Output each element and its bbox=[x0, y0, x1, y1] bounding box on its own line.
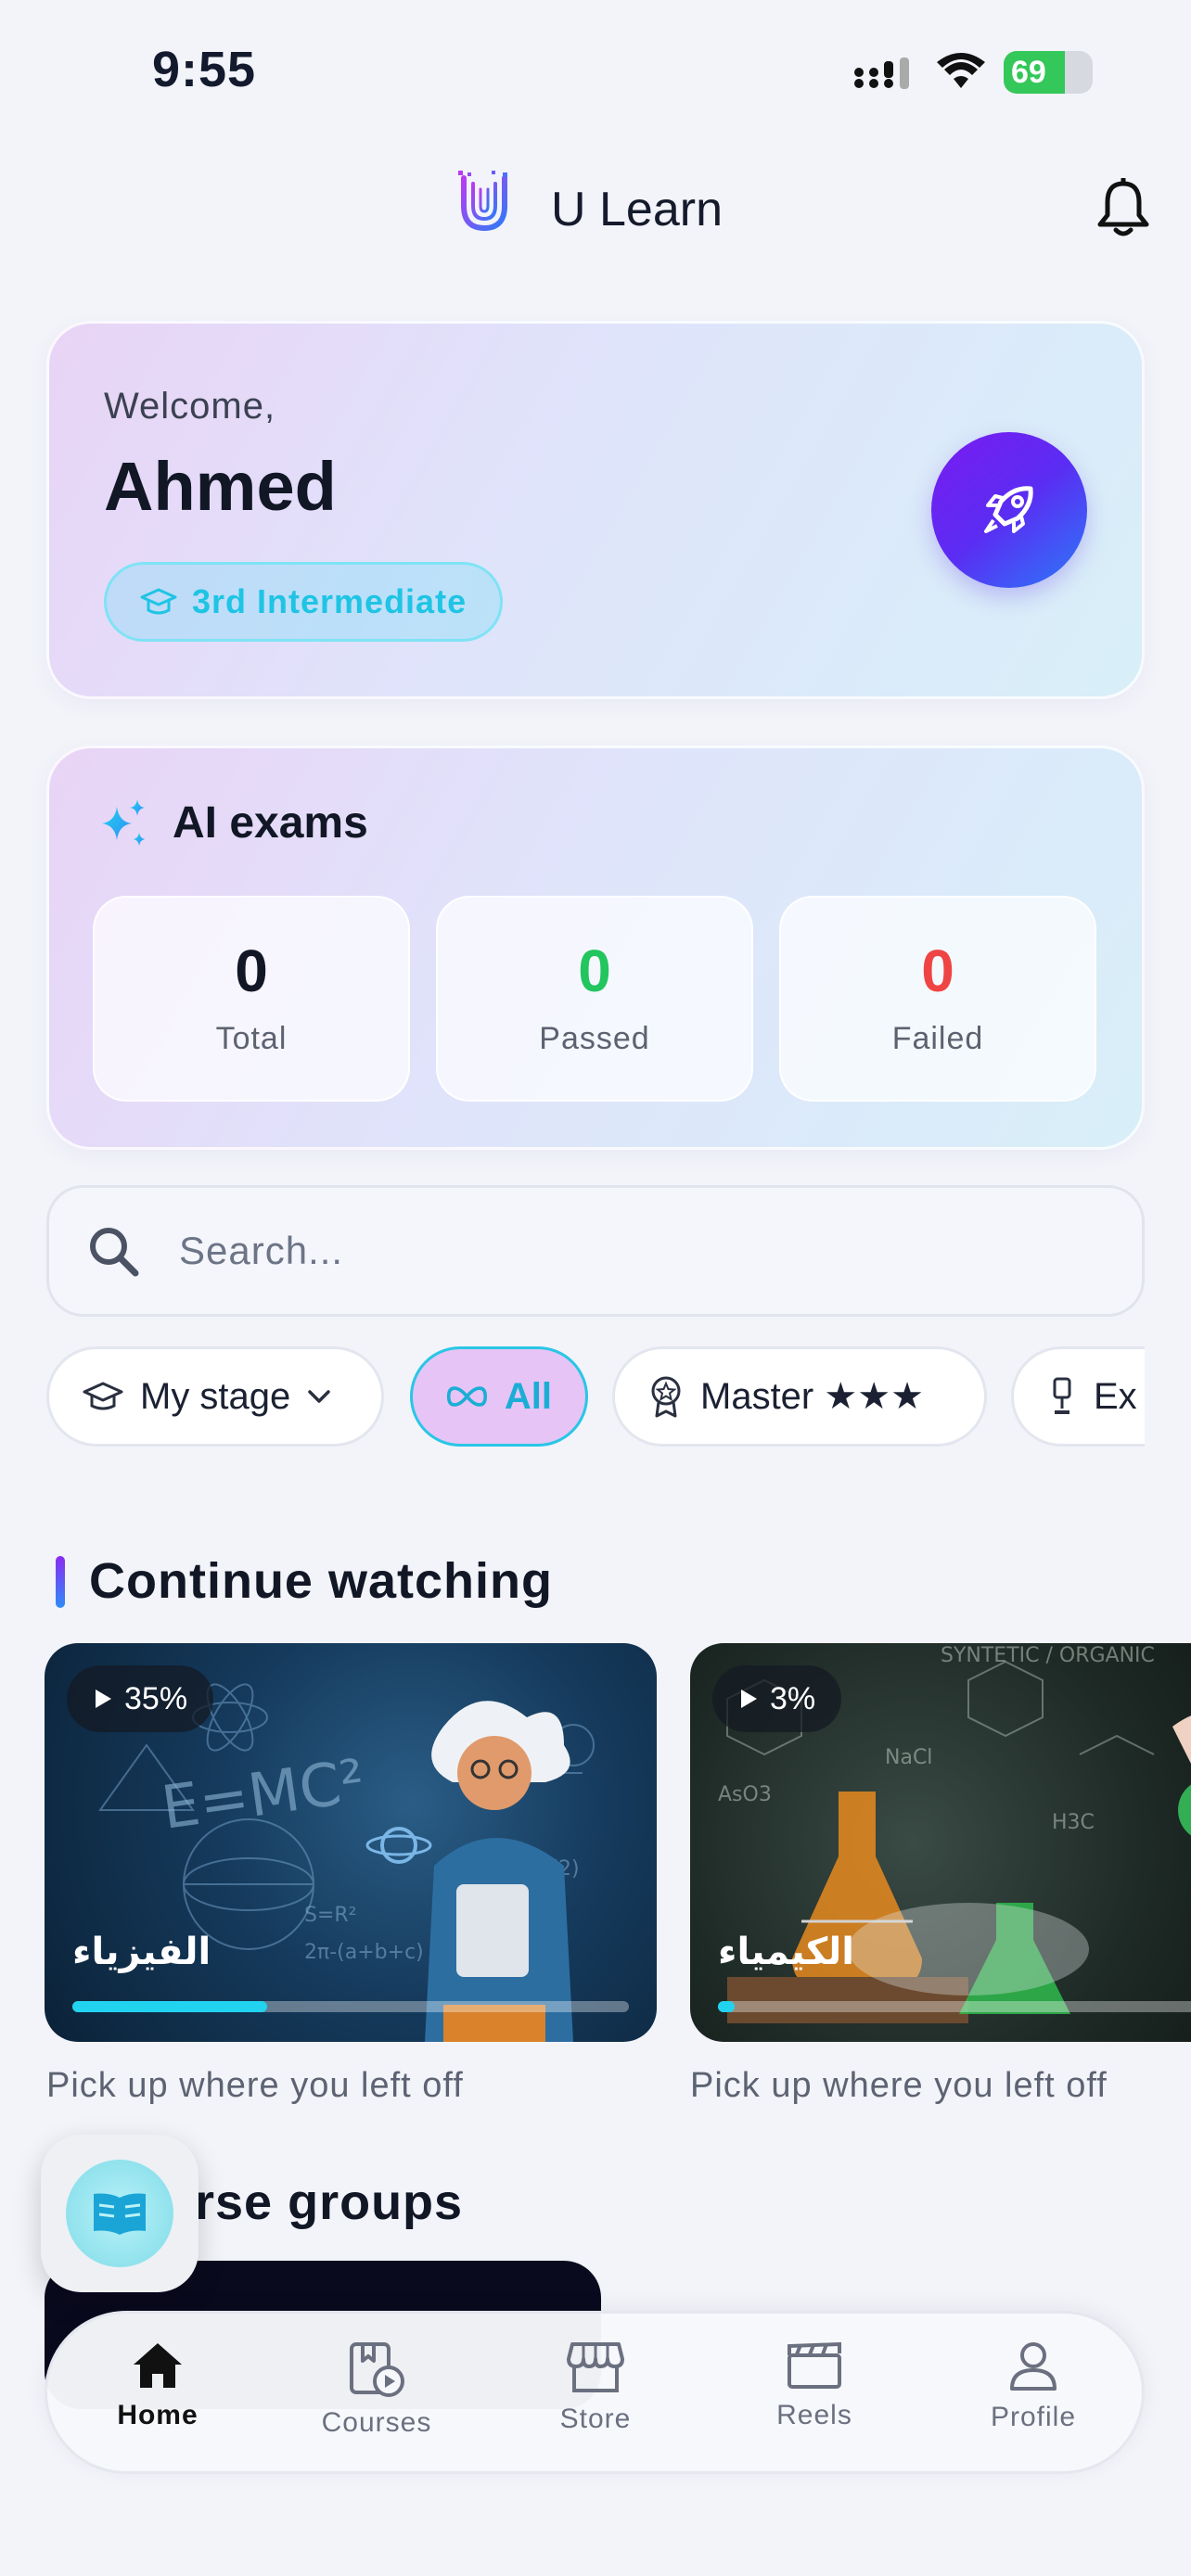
courses-icon bbox=[350, 2342, 404, 2397]
video-progress-badge: 35% bbox=[67, 1665, 214, 1732]
progress-fill bbox=[718, 2001, 736, 2012]
chip-my-stage[interactable]: My stage bbox=[46, 1346, 384, 1447]
bell-icon[interactable] bbox=[1095, 178, 1152, 239]
award-icon bbox=[651, 1376, 681, 1418]
home-icon bbox=[134, 2343, 182, 2388]
stat-failed-label: Failed bbox=[891, 1020, 984, 1056]
stat-failed: 0 Failed bbox=[779, 896, 1096, 1102]
stat-failed-value: 0 bbox=[921, 937, 954, 1004]
stage-label: 3rd Intermediate bbox=[192, 582, 467, 620]
svg-text:SYNTETIC / ORGANIC: SYNTETIC / ORGANIC bbox=[941, 1644, 1155, 1667]
chip-all[interactable]: All bbox=[410, 1346, 588, 1447]
chevron-down-icon bbox=[308, 1390, 331, 1403]
svg-text:E=MC²: E=MC² bbox=[158, 1747, 369, 1843]
continue-watching-title: Continue watching bbox=[89, 1553, 553, 1609]
play-icon bbox=[741, 1690, 757, 1708]
wifi-icon bbox=[937, 53, 985, 88]
graduation-cap-icon bbox=[140, 588, 177, 615]
progress-track bbox=[718, 2001, 1191, 2012]
svg-text:AsO3: AsO3 bbox=[718, 1783, 772, 1806]
svg-text:2π-(a+b+c): 2π-(a+b+c) bbox=[304, 1941, 424, 1964]
tab-label: Store bbox=[559, 2404, 632, 2434]
battery-indicator: 69 bbox=[1004, 51, 1093, 94]
infinity-icon bbox=[446, 1386, 487, 1407]
stat-total-label: Total bbox=[215, 1020, 288, 1056]
chip-label: Ex bbox=[1094, 1375, 1137, 1417]
welcome-greeting: Welcome, bbox=[104, 386, 276, 427]
battery-level: 69 bbox=[1011, 54, 1046, 90]
progress-percent: 3% bbox=[770, 1680, 816, 1716]
stat-total: 0 Total bbox=[93, 896, 410, 1102]
svg-text:S=R²: S=R² bbox=[304, 1904, 357, 1927]
tab-reels[interactable]: Reels bbox=[722, 2340, 907, 2431]
video-progress-badge: 3% bbox=[712, 1665, 842, 1732]
floating-book-button[interactable] bbox=[41, 2135, 198, 2292]
graduation-cap-icon bbox=[83, 1382, 123, 1410]
tab-home[interactable]: Home bbox=[65, 2340, 250, 2431]
video-subtitle: Pick up where you left off bbox=[690, 2066, 1108, 2105]
progress-percent: 35% bbox=[124, 1680, 188, 1716]
tab-label: Profile bbox=[990, 2402, 1077, 2432]
search-bar[interactable] bbox=[46, 1185, 1145, 1317]
tab-profile[interactable]: Profile bbox=[941, 2340, 1126, 2433]
tab-courses[interactable]: Courses bbox=[284, 2340, 469, 2439]
tab-label: Courses bbox=[321, 2407, 432, 2438]
progress-track bbox=[72, 2001, 629, 2012]
stat-passed-value: 0 bbox=[578, 937, 611, 1004]
reels-icon bbox=[788, 2341, 841, 2389]
video-title: الكيمياء bbox=[718, 1931, 854, 1973]
search-icon bbox=[90, 1228, 139, 1277]
course-groups-title: rse groups bbox=[195, 2174, 464, 2230]
stat-passed-label: Passed bbox=[539, 1020, 650, 1056]
app-title: U Learn bbox=[551, 183, 723, 236]
open-book-icon bbox=[94, 2193, 146, 2235]
store-icon bbox=[567, 2342, 624, 2392]
video-card-chemistry[interactable]: SYNTETIC / ORGANIC AsO3 NaCl H3C 3% الكيميا… bbox=[690, 1643, 1191, 2042]
rocket-icon bbox=[984, 486, 1033, 533]
profile-icon bbox=[1010, 2342, 1057, 2391]
play-icon bbox=[96, 1690, 111, 1708]
stat-passed: 0 Passed bbox=[436, 896, 753, 1102]
chip-master[interactable]: Master ★★★ bbox=[612, 1346, 987, 1447]
section-accent-bar bbox=[56, 1556, 65, 1608]
cellular-signal-icon bbox=[854, 57, 909, 89]
tab-label: Home bbox=[117, 2400, 198, 2430]
filter-chips: My stage All Master ★★★ Ex bbox=[46, 1346, 1145, 1448]
video-card-physics[interactable]: E=MC² S=R²2π-(a+b+c)sinh(2) 35% الفيزياء bbox=[45, 1643, 657, 2042]
u-learn-logo-icon bbox=[458, 171, 507, 232]
sparkle-icon bbox=[102, 799, 145, 846]
search-input[interactable] bbox=[179, 1229, 1014, 1273]
svg-text:NaCl: NaCl bbox=[885, 1746, 932, 1769]
status-icons: 69 bbox=[853, 45, 1104, 100]
svg-text:H3C: H3C bbox=[1052, 1811, 1095, 1834]
tab-label: Reels bbox=[776, 2400, 852, 2430]
stat-total-value: 0 bbox=[235, 937, 268, 1004]
trophy-icon bbox=[1053, 1377, 1071, 1414]
video-title: الفيزياء bbox=[72, 1931, 211, 1973]
chip-label: All bbox=[504, 1375, 552, 1417]
chip-label: Master ★★★ bbox=[700, 1376, 924, 1417]
video-subtitle: Pick up where you left off bbox=[46, 2066, 464, 2105]
progress-fill bbox=[72, 2001, 267, 2012]
ai-exams-title: AI exams bbox=[173, 798, 368, 848]
chip-label: My stage bbox=[140, 1375, 291, 1417]
user-name: Ahmed bbox=[104, 448, 337, 525]
tab-store[interactable]: Store bbox=[503, 2340, 688, 2435]
chip-expert[interactable]: Ex bbox=[1011, 1346, 1145, 1447]
stage-badge[interactable]: 3rd Intermediate bbox=[104, 562, 503, 642]
rocket-button[interactable] bbox=[931, 432, 1087, 588]
status-time: 9:55 bbox=[152, 42, 257, 97]
